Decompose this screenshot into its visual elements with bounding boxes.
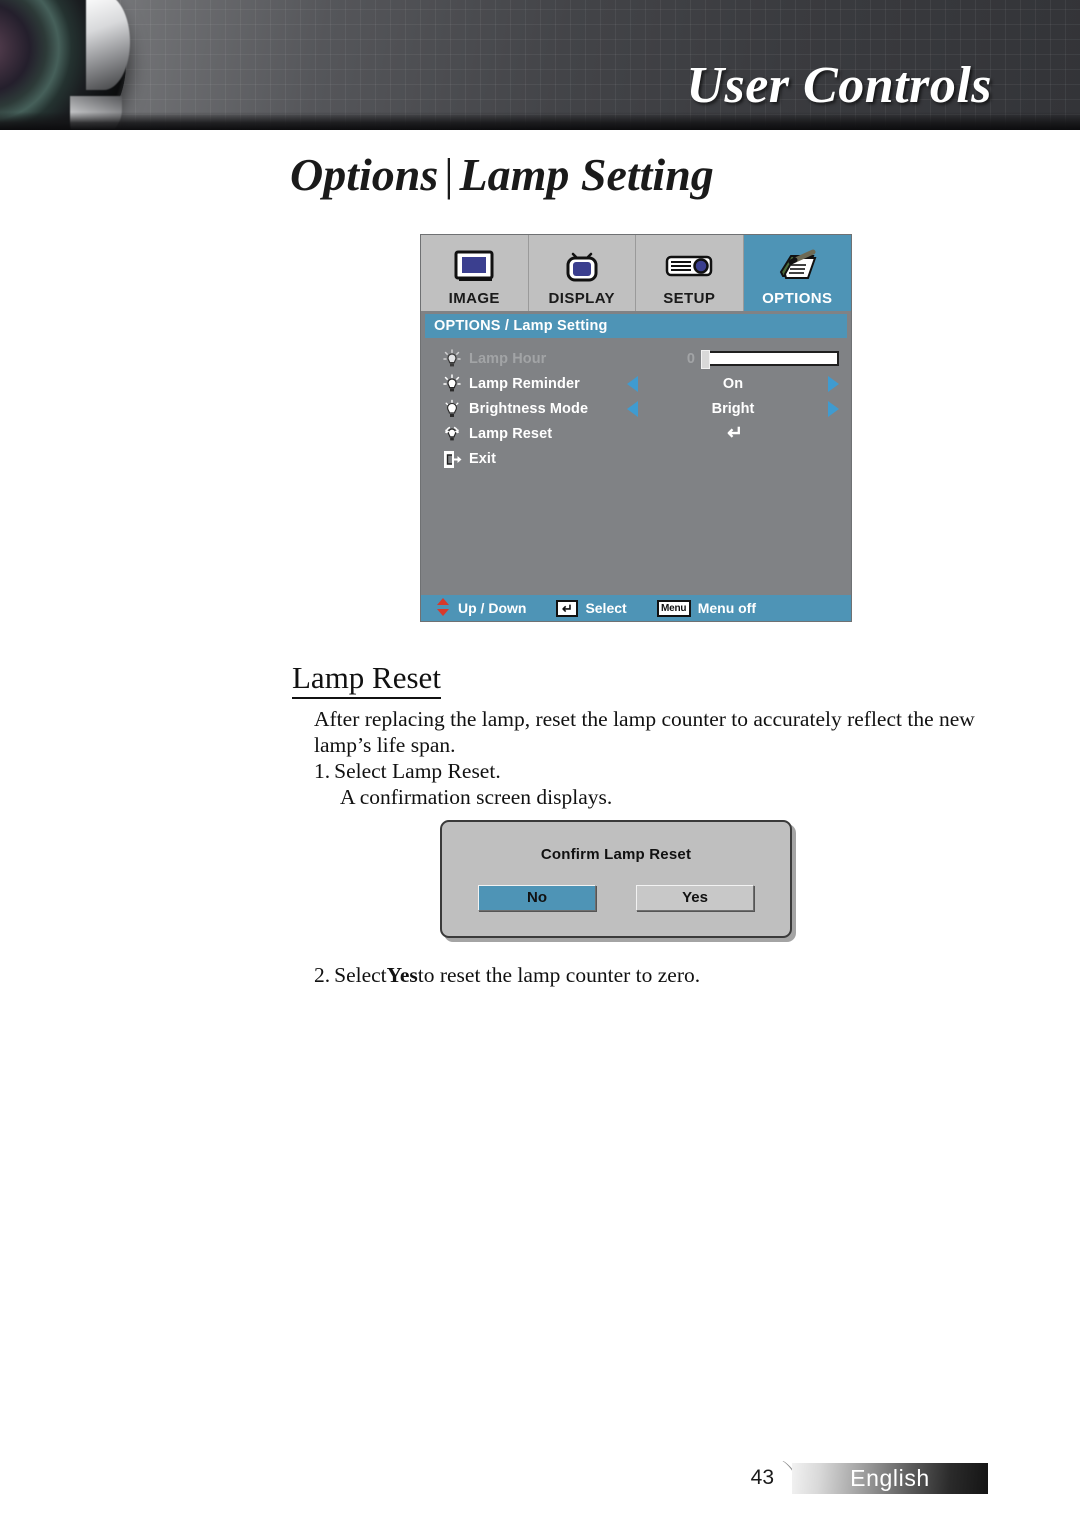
arrow-right-icon[interactable] — [828, 375, 839, 392]
osd-row-brightness-mode-label: Brightness Mode — [469, 400, 589, 417]
arrow-left-icon[interactable] — [627, 375, 638, 392]
osd-row-lamp-reminder-label: Lamp Reminder — [469, 375, 580, 392]
page-title-separator: | — [444, 149, 454, 200]
confirm-dialog-title: Confirm Lamp Reset — [540, 846, 692, 863]
osd-tab-display-label: DISPLAY — [548, 290, 615, 307]
lamp-hour-slider[interactable] — [701, 350, 839, 369]
osd-row-lamp-reminder[interactable]: Lamp Reminder On — [421, 371, 851, 396]
osd-tab-image[interactable]: IMAGE — [421, 235, 529, 311]
page-title-subsection: Lamp Setting — [459, 149, 714, 200]
enter-arrow-icon[interactable]: ↵ — [727, 424, 743, 443]
intro-paragraph: After replacing the lamp, reset the lamp… — [314, 707, 975, 757]
osd-tab-setup-label: SETUP — [663, 290, 716, 307]
osd-row-lamp-hour: Lamp Hour 0 — [421, 346, 851, 371]
footer-language-label: English — [850, 1464, 930, 1491]
osd-menu: IMAGE DISPLAY SETUP OPTIONS OPTIONS / La… — [420, 234, 852, 622]
step-2-text-bold: Yes — [386, 963, 418, 987]
osd-row-exit[interactable]: Exit — [421, 446, 851, 471]
brightness-mode-value: Bright — [711, 400, 755, 417]
osd-breadcrumb-text: OPTIONS / Lamp Setting — [434, 318, 608, 334]
osd-row-list: Lamp Hour 0 Lamp Reminder On Brightness … — [421, 338, 851, 471]
lamp-icon — [439, 348, 465, 369]
step-1-text: Select Lamp Reset. — [334, 759, 501, 783]
lamp-reset-control: ↵ — [627, 424, 839, 443]
body-text-block: After replacing the lamp, reset the lamp… — [314, 706, 1022, 810]
step-2: 2. Select Yes to reset the lamp counter … — [314, 962, 700, 988]
osd-tab-options-label: OPTIONS — [762, 290, 833, 307]
brightness-mode-control: Bright — [627, 400, 839, 417]
osd-row-lamp-reset[interactable]: Lamp Reset ↵ — [421, 421, 851, 446]
step-2-text-post: to reset the lamp counter to zero. — [417, 963, 701, 987]
page-title: Options | Lamp Setting — [290, 148, 714, 201]
step-1-number: 1. — [314, 759, 331, 783]
monitor-icon — [453, 243, 495, 289]
osd-tab-bar: IMAGE DISPLAY SETUP OPTIONS — [421, 235, 851, 311]
osd-tab-setup[interactable]: SETUP — [636, 235, 744, 311]
lamp-reminder-control: On — [627, 375, 839, 392]
arrow-left-icon[interactable] — [627, 400, 638, 417]
confirm-lamp-reset-dialog: Confirm Lamp Reset No Yes — [440, 820, 792, 938]
lamp-icon — [439, 373, 465, 394]
status-up-down-label: Up / Down — [458, 600, 527, 616]
notepad-pen-icon — [775, 243, 819, 289]
step-2-number: 2. — [314, 963, 331, 987]
lamp-reset-icon — [439, 424, 465, 444]
osd-tab-display[interactable]: DISPLAY — [528, 235, 636, 311]
lamp-reminder-value: On — [722, 375, 744, 392]
osd-tab-image-label: IMAGE — [448, 290, 500, 307]
osd-row-lamp-hour-label: Lamp Hour — [469, 350, 547, 367]
status-select[interactable]: ↵ Select — [556, 599, 627, 617]
page-footer: 43 English — [751, 1462, 988, 1494]
step-1-subline: A confirmation screen displays. — [340, 785, 613, 809]
page-title-section: Options — [290, 149, 439, 200]
lamp-hour-control: 0 — [627, 350, 839, 369]
up-down-arrow-icon — [435, 597, 451, 620]
confirm-yes-button[interactable]: Yes — [636, 885, 754, 911]
confirm-dialog-buttons: No Yes — [442, 885, 790, 911]
footer-page-number: 43 — [750, 1466, 774, 1489]
step-2-text-pre: Select — [334, 963, 387, 987]
osd-row-lamp-reset-label: Lamp Reset — [469, 425, 553, 442]
projector-icon — [664, 243, 714, 289]
arrow-right-icon[interactable] — [828, 400, 839, 417]
section-heading: Lamp Reset — [292, 660, 441, 699]
status-up-down[interactable]: Up / Down — [435, 597, 526, 620]
menu-key-icon: Menu — [656, 599, 691, 617]
tv-icon — [561, 243, 603, 289]
lamp-hour-value: 0 — [686, 350, 695, 367]
status-menu-off-label: Menu off — [697, 600, 757, 616]
confirm-no-button[interactable]: No — [478, 885, 596, 911]
lamp-bright-icon — [439, 399, 465, 419]
header-bottom-fade — [0, 112, 1080, 130]
osd-breadcrumb: OPTIONS / Lamp Setting — [425, 314, 847, 338]
osd-tab-options[interactable]: OPTIONS — [743, 235, 851, 311]
osd-status-bar: Up / Down ↵ Select Menu Menu off — [421, 595, 851, 621]
header-title: User Controls — [686, 57, 992, 114]
osd-row-brightness-mode[interactable]: Brightness Mode Bright — [421, 396, 851, 421]
step-1: 1. Select Lamp Reset. — [314, 758, 1022, 784]
slider-knob[interactable] — [701, 350, 710, 369]
footer-divider — [776, 1461, 792, 1495]
exit-door-icon — [439, 449, 465, 469]
status-select-label: Select — [585, 600, 627, 616]
osd-row-exit-label: Exit — [469, 450, 496, 467]
page-header-banner: User Controls — [0, 0, 1080, 130]
status-menu-off[interactable]: Menu Menu off — [656, 599, 757, 617]
enter-key-icon: ↵ — [556, 599, 579, 617]
footer-language-bar: English — [792, 1462, 988, 1494]
